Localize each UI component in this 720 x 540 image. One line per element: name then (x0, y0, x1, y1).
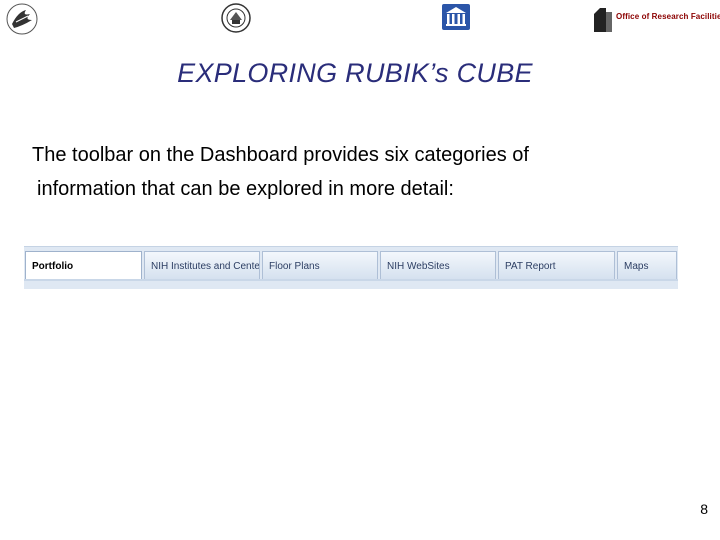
hhs-eagle-logo (6, 3, 38, 35)
tab-nih-websites[interactable]: NIH WebSites (380, 251, 496, 279)
body-text-line-2: information that can be explored in more… (37, 178, 454, 200)
orf-building-icon (594, 8, 612, 32)
dashboard-toolbar: Portfolio NIH Institutes and Centers Flo… (24, 246, 678, 289)
orf-label: Office of Research Facilities (616, 12, 720, 21)
tab-institutes-centers[interactable]: NIH Institutes and Centers (144, 251, 260, 279)
tab-portfolio[interactable]: Portfolio (25, 251, 142, 279)
orf-logo: Office of Research Facilities (592, 6, 720, 32)
page-number: 8 (700, 501, 708, 517)
tab-pat-report[interactable]: PAT Report (498, 251, 615, 279)
nih-seal-icon (221, 3, 251, 33)
body-text-line-1: The toolbar on the Dashboard provides si… (32, 144, 529, 166)
tab-floor-plans[interactable]: Floor Plans (262, 251, 378, 279)
tab-maps[interactable]: Maps (617, 251, 677, 279)
nih-building-icon (442, 4, 470, 30)
toolbar-divider (24, 279, 678, 281)
slide-title: EXPLORING RUBIK’s CUBE (177, 58, 533, 88)
